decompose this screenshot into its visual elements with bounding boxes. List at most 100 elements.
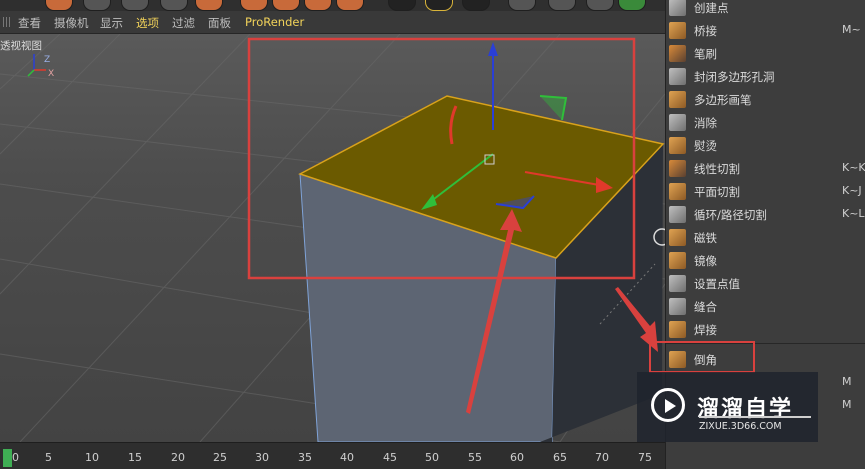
tool-label: 循环/路径切割: [694, 208, 767, 222]
toolbar-layout-icon[interactable]: [618, 0, 646, 11]
toolbar-workplane-icon[interactable]: [586, 0, 614, 11]
timeline-tick: 0: [12, 451, 19, 464]
tool-label: 创建点: [694, 1, 729, 15]
tool-label: 焊接: [694, 323, 717, 337]
timeline-tick: 40: [340, 451, 354, 464]
c4d-window: 查看 摄像机 显示 选项 过滤 面板 ProRender Z X 透视视图 0 …: [0, 0, 865, 469]
svg-text:X: X: [48, 69, 54, 79]
tool-label: 磁铁: [694, 231, 717, 245]
viewport-scene: Z X: [0, 34, 665, 442]
menu-camera[interactable]: 摄像机: [54, 15, 89, 31]
loop-path-cut-icon: [669, 206, 686, 223]
tool-polygon-pen[interactable]: 多边形画笔: [666, 88, 865, 111]
toolbar-snap-icon[interactable]: [508, 0, 536, 11]
viewport-title: 透视视图: [0, 40, 42, 52]
stitch-icon: [669, 298, 686, 315]
toolbar-primitive-icon[interactable]: [240, 0, 268, 11]
line-cut-icon: [669, 160, 686, 177]
menu-view[interactable]: 查看: [18, 15, 41, 31]
weld-icon: [669, 321, 686, 338]
mirror-icon: [669, 252, 686, 269]
bridge-icon: [669, 22, 686, 39]
timeline-tick: 70: [595, 451, 609, 464]
tool-brush[interactable]: 笔刷: [666, 42, 865, 65]
tool-shortcut: K~K,: [842, 161, 865, 174]
bevel-annotation-box: [649, 341, 755, 373]
tool-iron[interactable]: 熨烫: [666, 134, 865, 157]
world-axis-indicator: Z X: [27, 54, 54, 79]
tool-mirror[interactable]: 镜像: [666, 249, 865, 272]
timeline-tick: 45: [383, 451, 397, 464]
tool-label: 熨烫: [694, 139, 717, 153]
tool-label: 缝合: [694, 300, 717, 314]
toolbar-scale-icon[interactable]: [160, 0, 188, 11]
timeline-tick: 10: [85, 451, 99, 464]
magnet-icon: [669, 229, 686, 246]
svg-text:Z: Z: [44, 55, 50, 65]
menu-prorender[interactable]: ProRender: [245, 15, 304, 29]
tool-label: 设置点值: [694, 277, 740, 291]
tool-shortcut: K~J: [842, 184, 862, 197]
toolbar-deformer-icon[interactable]: [336, 0, 364, 11]
watermark-title: 溜溜自学: [697, 397, 794, 422]
tool-loop-path-cut[interactable]: 循环/路径切割 K~L: [666, 203, 865, 226]
toolbar-render-icon[interactable]: [45, 0, 73, 11]
toolbar-render-view-icon[interactable]: [195, 0, 223, 11]
dissolve-icon: [669, 114, 686, 131]
toolbar-nurbs-icon[interactable]: [304, 0, 332, 11]
viewport-menu-bar: 查看 摄像机 显示 选项 过滤 面板 ProRender: [0, 11, 665, 34]
menu-grip-icon[interactable]: [3, 17, 11, 27]
timeline-tick: 30: [255, 451, 269, 464]
toolbar-mode-points-icon[interactable]: [388, 0, 416, 11]
polygon-pen-icon: [669, 91, 686, 108]
timeline-tick: 35: [298, 451, 312, 464]
toolbar-mode-edges-icon[interactable]: [425, 0, 453, 11]
tool-magnet[interactable]: 磁铁: [666, 226, 865, 249]
tool-stitch[interactable]: 缝合: [666, 295, 865, 318]
tool-bridge[interactable]: 桥接 M~: [666, 19, 865, 42]
close-polygon-hole-icon: [669, 68, 686, 85]
timeline-tick: 5: [45, 451, 52, 464]
timeline[interactable]: 0 5 10 15 20 25 30 35 40 45 50 55 60 65 …: [0, 442, 665, 469]
tool-label: 笔刷: [694, 47, 717, 61]
timeline-cursor[interactable]: [3, 449, 12, 467]
toolbar-axis-icon[interactable]: [548, 0, 576, 11]
tool-close-polygon-hole[interactable]: 封闭多边形孔洞: [666, 65, 865, 88]
perspective-viewport[interactable]: Z X 透视视图: [0, 34, 665, 442]
tool-shortcut: K~L: [842, 207, 865, 220]
tool-shortcut: M: [842, 375, 852, 388]
menu-filter[interactable]: 过滤: [172, 15, 195, 31]
timeline-tick: 15: [128, 451, 142, 464]
z-axis-handle: [488, 42, 498, 56]
watermark-divider: [699, 416, 811, 418]
toolbar-mode-polygons-icon[interactable]: [462, 0, 490, 11]
tool-weld[interactable]: 焊接: [666, 318, 865, 341]
top-toolbar: [0, 0, 665, 11]
toolbar-spline-icon[interactable]: [272, 0, 300, 11]
tool-set-point-value[interactable]: 设置点值: [666, 272, 865, 295]
timeline-tick: 50: [425, 451, 439, 464]
tool-label: 镜像: [694, 254, 717, 268]
tool-dissolve[interactable]: 消除: [666, 111, 865, 134]
set-point-value-icon: [669, 275, 686, 292]
tool-label: 线性切割: [694, 162, 740, 176]
tool-line-cut[interactable]: 线性切割 K~K,: [666, 157, 865, 180]
tool-shortcut: M~: [842, 23, 861, 36]
menu-display[interactable]: 显示: [100, 15, 123, 31]
timeline-tick: 60: [510, 451, 524, 464]
tool-label: 平面切割: [694, 185, 740, 199]
site-watermark: 溜溜自学 ZIXUE.3D66.COM: [637, 372, 818, 442]
timeline-tick: 55: [468, 451, 482, 464]
menu-options[interactable]: 选项: [136, 15, 159, 31]
tool-create-point[interactable]: 创建点: [666, 0, 865, 19]
timeline-tick: 20: [171, 451, 185, 464]
menu-panel[interactable]: 面板: [208, 15, 231, 31]
tool-label: 消除: [694, 116, 717, 130]
toolbar-rotate-icon[interactable]: [121, 0, 149, 11]
tool-label: 多边形画笔: [694, 93, 752, 107]
create-point-icon: [669, 0, 686, 16]
cube-object: [298, 95, 665, 442]
tool-plane-cut[interactable]: 平面切割 K~J: [666, 180, 865, 203]
watermark-url: ZIXUE.3D66.COM: [699, 421, 782, 432]
toolbar-move-icon[interactable]: [83, 0, 111, 11]
